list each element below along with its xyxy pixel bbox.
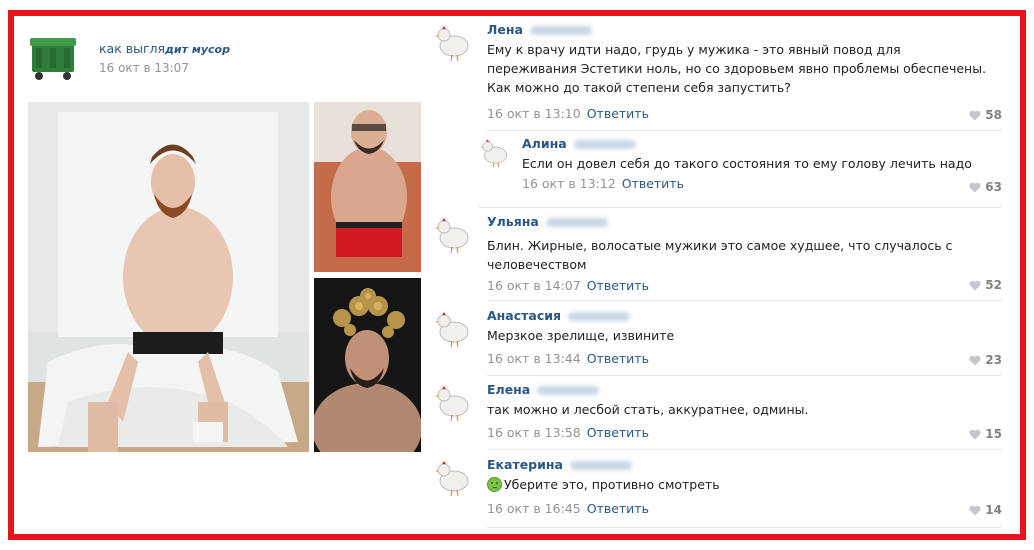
comment-time[interactable]: 16 окт в 13:58: [487, 425, 581, 440]
comment-time[interactable]: 16 окт в 16:45: [487, 501, 581, 516]
comment-text: так можно и лесбой стать, аккуратнее, од…: [487, 402, 809, 417]
comment-author[interactable]: Лена: [487, 22, 592, 37]
group-avatar-trash-bin-icon[interactable]: [26, 30, 80, 84]
comment-item: Ульяна Блин. Жирные, волосатые мужики эт…: [432, 214, 1002, 304]
comment-divider: [487, 527, 1002, 528]
comment-text: Мерзкое зрелище, извините: [487, 328, 675, 343]
like-count: 52: [985, 278, 1002, 292]
comment-divider: [487, 375, 1002, 376]
comment-divider: [487, 449, 1002, 450]
comment-item: Елена так можно и лесбой стать, аккуратн…: [432, 382, 1002, 454]
reply-button[interactable]: Ответить: [587, 501, 649, 516]
comment-author[interactable]: Екатерина: [487, 457, 632, 472]
comment-author-name: Екатерина: [487, 457, 563, 472]
comment-divider: [487, 300, 1002, 301]
reply-button[interactable]: Ответить: [587, 425, 649, 440]
comment-author[interactable]: Анастасия: [487, 308, 631, 323]
reply-button[interactable]: Ответить: [622, 176, 684, 191]
comment-author-name: Ульяна: [487, 214, 539, 229]
comment-text: Ему к врачу идти надо, грудь у мужика - …: [487, 42, 987, 95]
like-count: 63: [985, 180, 1002, 194]
comment-author[interactable]: Алина: [522, 136, 636, 151]
comment-divider: [487, 130, 1002, 131]
like-button[interactable]: 14: [969, 503, 1002, 517]
blurred-surname: [545, 218, 608, 227]
reply-button[interactable]: Ответить: [587, 278, 649, 293]
post-photo-main[interactable]: [28, 102, 309, 452]
chicken-avatar-icon[interactable]: [432, 457, 472, 497]
group-name-tail: дит мусор: [165, 43, 230, 56]
comment-item-reply: Алина Если он довел себя до такого состо…: [478, 136, 1002, 211]
comment-author-name: Елена: [487, 382, 531, 397]
comment-time[interactable]: 16 окт в 13:10: [487, 106, 581, 121]
like-count: 15: [985, 427, 1002, 441]
comment-item: Анастасия Мерзкое зрелище, извините 16 о…: [432, 308, 1002, 380]
post-header: как выглядит мусор 16 окт в 13:07: [26, 30, 326, 90]
like-button[interactable]: 58: [969, 108, 1002, 122]
screenshot-frame: как выглядит мусор 16 окт в 13:07 Лена Е…: [8, 10, 1026, 540]
heart-icon: [969, 429, 981, 439]
comment-meta: 16 окт в 13:58 Ответить: [487, 425, 649, 440]
chicken-avatar-icon[interactable]: [432, 214, 472, 254]
blurred-surname: [568, 312, 631, 321]
like-count: 14: [985, 503, 1002, 517]
comment-text-body: Уберите это, противно смотреть: [504, 477, 720, 492]
reply-button[interactable]: Ответить: [587, 351, 649, 366]
post-date[interactable]: 16 окт в 13:07: [99, 61, 189, 75]
like-count: 58: [985, 108, 1002, 122]
comment-meta: 16 окт в 14:07 Ответить: [487, 278, 649, 293]
comment-time[interactable]: 16 окт в 13:44: [487, 351, 581, 366]
comment-author[interactable]: Ульяна: [487, 214, 608, 229]
chicken-avatar-icon[interactable]: [432, 382, 472, 422]
sick-face-emoji-icon: [487, 477, 502, 492]
comments-list: Лена Ему к врачу идти надо, грудь у мужи…: [432, 16, 1002, 534]
blurred-surname: [573, 140, 636, 149]
heart-icon: [969, 280, 981, 290]
blurred-surname: [569, 461, 632, 470]
chicken-avatar-icon[interactable]: [478, 136, 510, 168]
heart-icon: [969, 110, 981, 120]
post-photo-top-right[interactable]: [314, 102, 421, 272]
chicken-avatar-icon[interactable]: [432, 22, 472, 62]
post-photo-bottom-right[interactable]: [314, 278, 421, 452]
comment-author[interactable]: Елена: [487, 382, 600, 397]
comment-meta: 16 окт в 13:44 Ответить: [487, 351, 649, 366]
comment-time[interactable]: 16 окт в 14:07: [487, 278, 581, 293]
comment-item: Лена Ему к врачу идти надо, грудь у мужи…: [432, 22, 1002, 137]
group-name-link[interactable]: как выглядит мусор: [99, 41, 230, 56]
like-button[interactable]: 52: [969, 278, 1002, 292]
comment-text: Блин. Жирные, волосатые мужики это самое…: [487, 238, 953, 272]
comment-author-name: Лена: [487, 22, 523, 37]
like-button[interactable]: 15: [969, 427, 1002, 441]
like-button[interactable]: 63: [969, 180, 1002, 194]
comment-meta: 16 окт в 16:45 Ответить: [487, 501, 649, 516]
comment-text: Если он довел себя до такого состояния т…: [522, 156, 972, 171]
blurred-surname: [529, 26, 592, 35]
comment-meta: 16 окт в 13:12 Ответить: [522, 176, 684, 191]
comment-time[interactable]: 16 окт в 13:12: [522, 176, 616, 191]
comment-author-name: Алина: [522, 136, 567, 151]
heart-icon: [969, 182, 981, 192]
reply-button[interactable]: Ответить: [587, 106, 649, 121]
chicken-avatar-icon[interactable]: [432, 308, 472, 348]
heart-icon: [969, 505, 981, 515]
like-count: 23: [985, 353, 1002, 367]
group-name-start: как выгля: [99, 41, 166, 56]
like-button[interactable]: 23: [969, 353, 1002, 367]
comment-text: Уберите это, противно смотреть: [487, 475, 987, 494]
comment-item: Екатерина Уберите это, противно смотреть…: [432, 457, 1002, 532]
blurred-surname: [537, 386, 600, 395]
comment-meta: 16 окт в 13:10 Ответить: [487, 106, 649, 121]
comment-divider: [478, 207, 1002, 208]
heart-icon: [969, 355, 981, 365]
comment-author-name: Анастасия: [487, 308, 562, 323]
